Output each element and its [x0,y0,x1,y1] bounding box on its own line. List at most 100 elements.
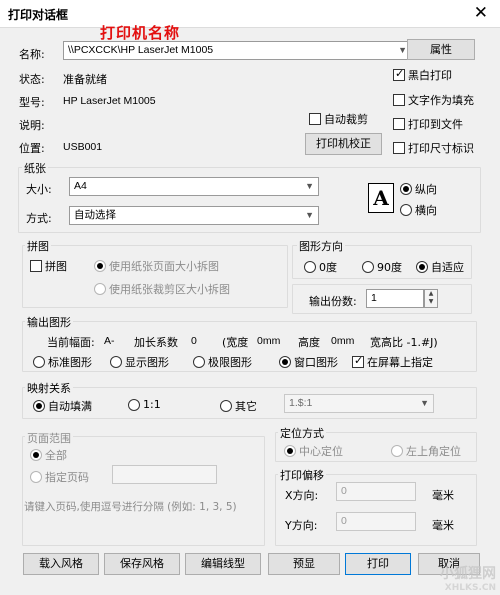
range-all-radio[interactable]: 全部 [30,447,67,463]
auto-orient-dot[interactable] [416,261,428,273]
landscape-radio-dot[interactable] [400,204,412,216]
topleft-position-label: 左上角定位 [406,445,461,458]
model-value: HP LaserJet M1005 [63,95,156,107]
range-all-dot[interactable] [30,449,42,461]
model-label: 型号: [19,96,45,109]
copies-spinner[interactable]: ▲ ▼ [424,289,438,308]
deg0-dot[interactable] [304,261,316,273]
deg90-radio[interactable]: 90度 [362,259,402,275]
std-graphic-radio[interactable]: 标准图形 [33,354,92,370]
load-style-button[interactable]: 载入风格 [23,553,99,575]
description-label: 说明: [19,119,45,132]
preview-button[interactable]: 预显 [268,553,340,575]
text-fill-checkbox[interactable]: 文字作为填充 [393,92,474,108]
save-style-button[interactable]: 保存风格 [104,553,180,575]
status-value: 准备就绪 [63,73,107,86]
size-mark-checkbox[interactable]: 打印尺寸标识 [393,140,474,156]
std-graphic-dot[interactable] [33,356,45,368]
tile-group [22,245,288,308]
bw-print-label: 黑白打印 [408,69,452,82]
limit-graphic-label: 极限图形 [208,356,252,369]
output-info-8: 宽高比 -1.#J) [370,336,438,349]
tile-box[interactable] [30,260,42,272]
portrait-radio[interactable]: 纵向 [400,181,437,197]
limit-graphic-radio[interactable]: 极限图形 [193,354,252,370]
other-ratio-select[interactable]: 1.$:1 ▼ [284,394,434,413]
print-to-file-checkbox[interactable]: 打印到文件 [393,116,463,132]
landscape-label: 横向 [415,204,437,217]
other-ratio-radio[interactable]: 其它 [220,398,257,414]
paper-size-label: 大小: [26,183,52,196]
deg0-label: 0度 [319,261,337,274]
tile-crop-size-radio[interactable]: 使用纸张裁剪区大小拆图 [94,281,230,297]
printer-select[interactable]: \\PCXCCK\HP LaserJet M1005 ▼ [63,41,412,60]
range-pages-radio[interactable]: 指定页码 [30,469,89,485]
title-bar: 打印对话框 ✕ [0,0,500,28]
center-position-dot[interactable] [284,445,296,457]
center-position-label: 中心定位 [299,445,343,458]
print-button[interactable]: 打印 [345,553,411,575]
auto-crop-checkbox[interactable]: 自动裁剪 [309,111,368,127]
printer-name-overlay: 打印机名称 [100,24,181,42]
tile-crop-size-label: 使用纸张裁剪区大小拆图 [109,283,230,296]
offset-x-input[interactable]: 0 [336,482,416,501]
paper-group-title: 纸张 [22,160,48,176]
paper-source-select[interactable]: 自动选择 ▼ [69,206,319,225]
autofill-dot[interactable] [33,400,45,412]
size-mark-label: 打印尺寸标识 [408,142,474,155]
onscreen-box[interactable] [352,354,364,368]
size-mark-box[interactable] [393,142,405,154]
bw-print-checkbox[interactable]: 黑白打印 [393,67,452,83]
tile-page-size-label: 使用纸张页面大小拆图 [109,260,219,273]
text-fill-box[interactable] [393,94,405,106]
window-graphic-radio[interactable]: 窗口图形 [279,354,338,370]
range-pages-input[interactable] [112,465,217,484]
one-to-one-dot[interactable] [128,398,140,411]
output-info-3: 0 [191,335,197,347]
calibrate-button[interactable]: 打印机校正 [305,133,382,155]
one-to-one-label: 1:1 [143,398,161,411]
location-label: 位置: [19,142,45,155]
center-position-radio[interactable]: 中心定位 [284,443,343,459]
topleft-position-radio[interactable]: 左上角定位 [391,443,461,459]
page-orientation-icon: A [368,183,394,213]
printer-select-value: \\PCXCCK\HP LaserJet M1005 [68,44,214,56]
other-ratio-dot[interactable] [220,400,232,412]
site-watermark-sub: XHLKS.CN [444,583,496,593]
orientation-group-title: 图形方向 [297,238,345,254]
topleft-position-dot[interactable] [391,445,403,457]
site-watermark: 小狐狸网 XHLKS.CN [440,563,496,593]
offset-x-label: X方向: [285,489,319,502]
other-ratio-value: 1.$:1 [289,397,313,409]
paper-source-value: 自动选择 [74,209,116,221]
window-graphic-dot[interactable] [279,356,291,368]
tile-page-size-radio[interactable]: 使用纸张页面大小拆图 [94,258,219,274]
chevron-down-icon: ▼ [420,398,429,408]
properties-button[interactable]: 属性 [407,39,475,60]
tile-crop-size-dot[interactable] [94,283,106,295]
onscreen-checkbox[interactable]: 在屏幕上指定 [352,354,433,370]
close-icon[interactable]: ✕ [474,3,488,23]
show-graphic-radio[interactable]: 显示图形 [110,354,169,370]
tile-checkbox[interactable]: 拼图 [30,258,67,274]
range-pages-dot[interactable] [30,471,42,483]
tile-page-size-dot[interactable] [94,260,106,272]
paper-size-select[interactable]: A4 ▼ [69,177,319,196]
other-ratio-label: 其它 [235,400,257,413]
auto-crop-box[interactable] [309,113,321,125]
edit-linetype-button[interactable]: 编辑线型 [185,553,261,575]
print-to-file-box[interactable] [393,118,405,130]
bw-print-box[interactable] [393,67,405,81]
one-to-one-radio[interactable]: 1:1 [128,398,161,411]
deg90-dot[interactable] [362,261,374,273]
copies-input[interactable]: 1 [366,289,424,308]
auto-orient-radio[interactable]: 自适应 [416,259,464,275]
portrait-radio-dot[interactable] [400,183,412,195]
deg0-radio[interactable]: 0度 [304,259,337,275]
show-graphic-dot[interactable] [110,356,122,368]
deg90-label: 90度 [377,261,402,274]
offset-y-input[interactable]: 0 [336,512,416,531]
landscape-radio[interactable]: 横向 [400,202,437,218]
autofill-radio[interactable]: 自动填满 [33,398,92,414]
limit-graphic-dot[interactable] [193,356,205,368]
